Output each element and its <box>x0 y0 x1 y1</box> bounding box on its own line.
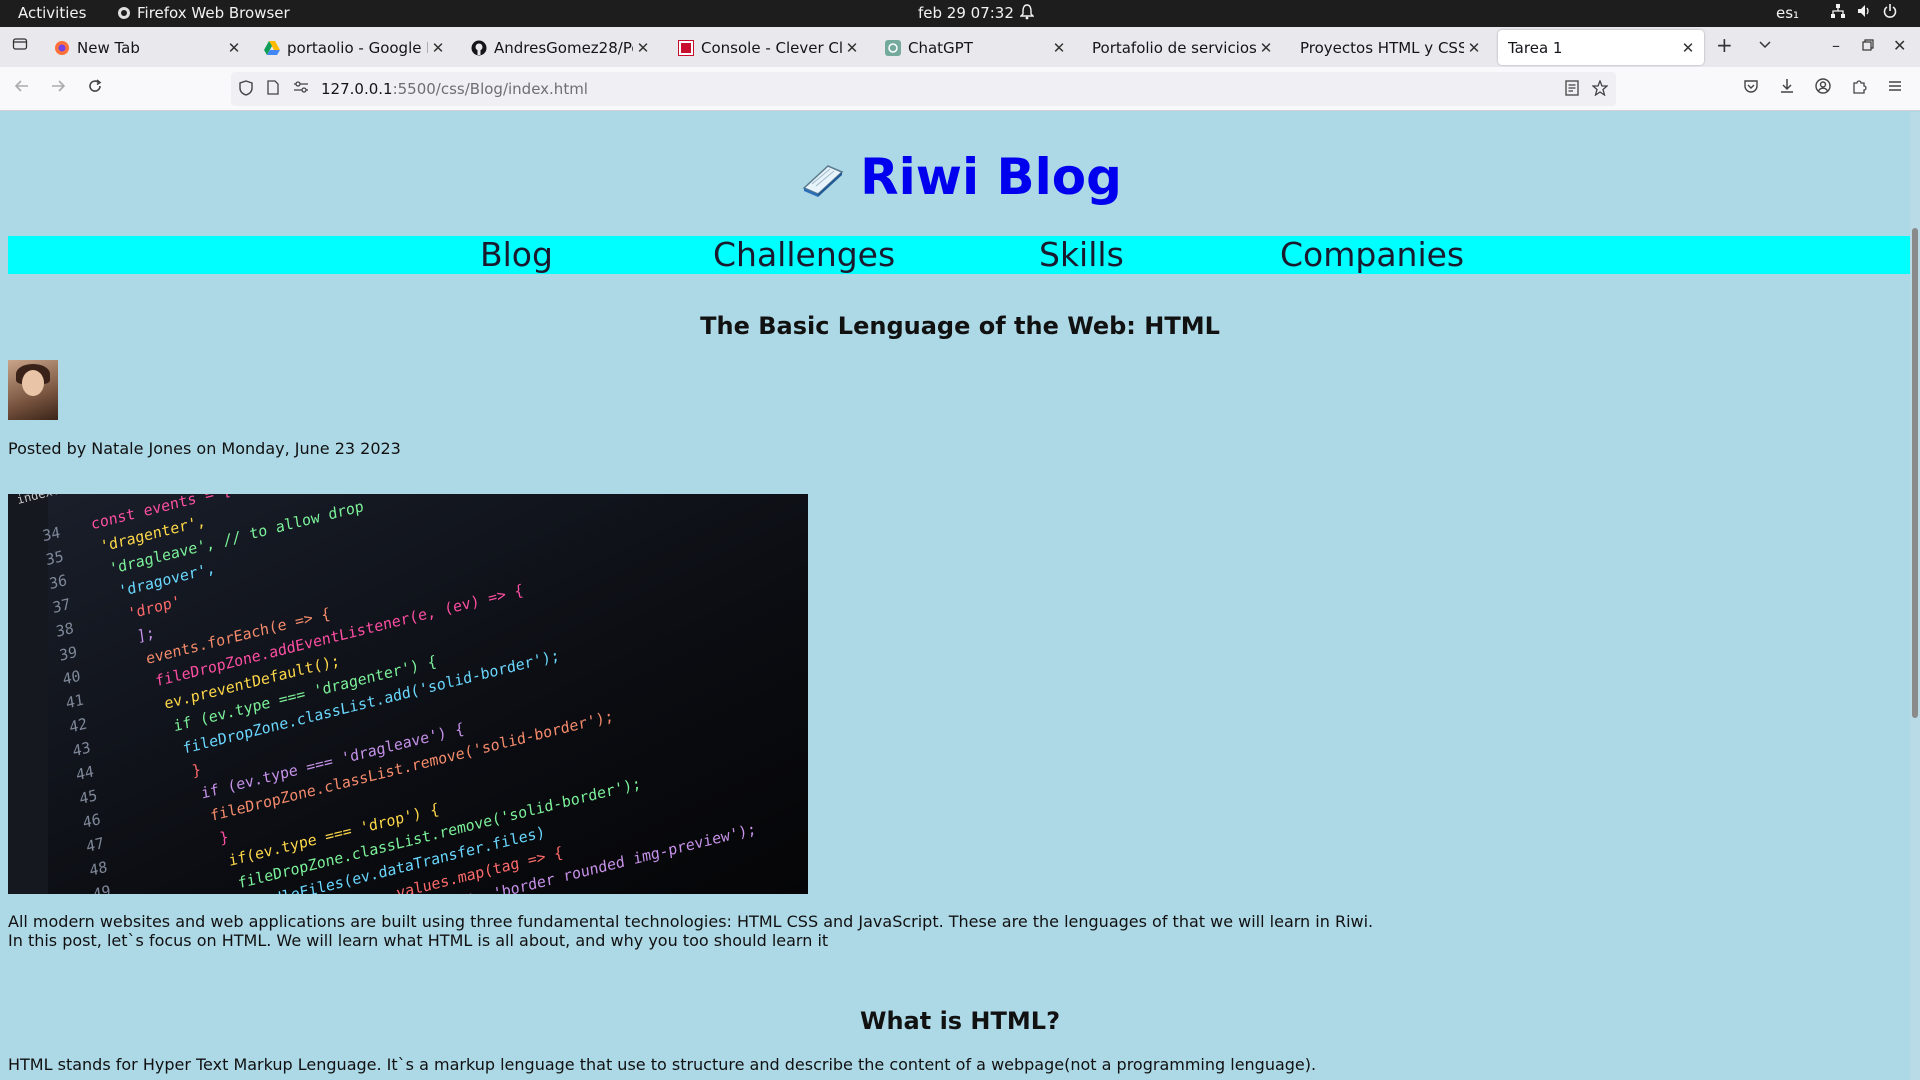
notification-bell-icon[interactable] <box>1019 4 1035 24</box>
site-title: Riwi Blog <box>0 148 1920 210</box>
tab-tarea-1[interactable]: Tarea 1 ✕ <box>1498 30 1704 65</box>
keyboard-layout-indicator[interactable]: es₁ <box>1776 4 1799 22</box>
url-bar[interactable]: 127.0.0.1:5500/css/Blog/index.html <box>231 72 1616 106</box>
restore-window-icon[interactable] <box>1862 36 1874 55</box>
tab-github[interactable]: AndresGomez28/Portafolio ✕ <box>461 30 659 65</box>
menu-item-challenges[interactable]: Challenges <box>713 236 895 274</box>
hamburger-menu-icon[interactable] <box>1887 78 1903 99</box>
intro-paragraph-2: In this post, let`s focus on HTML. We wi… <box>8 931 829 950</box>
close-tab-icon[interactable]: ✕ <box>842 39 862 57</box>
clock[interactable]: feb 29 07:32 <box>918 4 1014 22</box>
close-tab-icon[interactable]: ✕ <box>1049 39 1069 57</box>
page-scrollbar[interactable] <box>1910 112 1920 1080</box>
tab-portafolio-servicios[interactable]: Portafolio de servicios ✕ <box>1082 30 1282 65</box>
section-paragraph: HTML stands for Hyper Text Markup Lengua… <box>8 1055 1317 1074</box>
tab-title: Portafolio de servicios <box>1092 38 1256 57</box>
tab-strip: New Tab ✕ portaolio - Google Drive ✕ And… <box>0 27 1920 67</box>
new-tab-icon[interactable]: + <box>1716 33 1733 57</box>
list-all-tabs-icon[interactable] <box>1758 36 1772 55</box>
navigation-toolbar: 127.0.0.1:5500/css/Blog/index.html <box>0 67 1920 111</box>
post-title: The Basic Lenguage of the Web: HTML <box>700 312 1220 340</box>
book-icon <box>798 152 846 210</box>
main-menu: Blog Challenges Skills Companies <box>8 236 1912 274</box>
minimize-window-icon[interactable]: – <box>1832 36 1840 55</box>
forward-icon[interactable] <box>50 78 66 99</box>
volume-icon <box>1858 5 1869 17</box>
section-title: What is HTML? <box>859 1007 1060 1035</box>
tab-google-drive[interactable]: portaolio - Google Drive ✕ <box>254 30 454 65</box>
reload-icon[interactable] <box>87 78 103 99</box>
close-tab-icon[interactable]: ✕ <box>1678 39 1698 57</box>
firefox-icon <box>118 7 130 19</box>
pocket-icon[interactable] <box>1743 78 1759 99</box>
intro-paragraph-1: All modern websites and web applications… <box>8 912 1374 931</box>
firefox-view-icon[interactable] <box>12 36 28 56</box>
system-top-bar: Activities Firefox Web Browser feb 29 07… <box>0 0 1920 27</box>
reader-view-icon[interactable] <box>1565 80 1579 100</box>
bookmark-star-icon[interactable] <box>1591 79 1609 100</box>
url-path: :5500/css/Blog/index.html <box>392 80 588 98</box>
google-drive-icon <box>264 40 280 56</box>
activities-button[interactable]: Activities <box>18 4 86 22</box>
tab-new-tab[interactable]: New Tab ✕ <box>44 30 250 65</box>
downloads-icon[interactable] <box>1779 78 1795 99</box>
tab-title: New Tab <box>77 38 140 57</box>
scrollbar-thumb[interactable] <box>1912 228 1918 718</box>
power-icon <box>1883 4 1897 18</box>
chatgpt-icon <box>885 39 901 56</box>
app-name: Firefox Web Browser <box>137 4 290 22</box>
close-tab-icon[interactable]: ✕ <box>1256 39 1276 57</box>
github-icon <box>471 40 487 56</box>
close-tab-icon[interactable]: ✕ <box>1464 39 1484 57</box>
site-title-text: Riwi Blog <box>860 148 1122 206</box>
close-window-icon[interactable]: ✕ <box>1893 36 1906 55</box>
page-icon[interactable] <box>267 80 279 99</box>
code-screenshot-image: 34 const events = [35 'dragenter', 36 'dra… <box>8 494 808 894</box>
back-icon[interactable] <box>14 78 30 99</box>
tab-title: portaolio - Google Drive <box>287 38 428 57</box>
tab-title: AndresGomez28/Portafolio <box>494 38 633 57</box>
url-host: 127.0.0.1 <box>321 80 393 98</box>
tab-chatgpt[interactable]: ChatGPT ✕ <box>875 30 1075 65</box>
tab-title: ChatGPT <box>908 38 973 57</box>
clever-cloud-icon <box>678 39 694 56</box>
close-tab-icon[interactable]: ✕ <box>428 39 448 57</box>
menu-item-companies[interactable]: Companies <box>1280 236 1464 274</box>
page-content: Riwi Blog Blog Challenges Skills Compani… <box>0 112 1920 1080</box>
tab-title: Tarea 1 <box>1508 38 1563 57</box>
network-icon <box>1831 4 1845 18</box>
firefox-icon <box>54 40 70 56</box>
menu-item-skills[interactable]: Skills <box>1039 236 1124 274</box>
extensions-icon[interactable] <box>1851 78 1867 99</box>
menu-item-blog[interactable]: Blog <box>480 236 553 274</box>
app-menu[interactable]: Firefox Web Browser <box>117 4 290 22</box>
tracking-protection-shield-icon[interactable] <box>239 80 253 100</box>
close-tab-icon[interactable]: ✕ <box>224 39 244 57</box>
close-tab-icon[interactable]: ✕ <box>633 39 653 57</box>
account-icon[interactable] <box>1815 78 1831 99</box>
tab-clever-cloud[interactable]: Console - Clever Cloud ✕ <box>668 30 868 65</box>
author-avatar <box>8 360 58 420</box>
system-tray[interactable] <box>1830 3 1898 19</box>
permissions-icon[interactable] <box>293 80 309 98</box>
tab-title: Proyectos HTML y CSS <box>1300 38 1464 57</box>
url-text[interactable]: 127.0.0.1:5500/css/Blog/index.html <box>321 80 588 98</box>
post-meta: Posted by Natale Jones on Monday, June 2… <box>8 439 401 458</box>
tab-title: Console - Clever Cloud <box>701 38 842 57</box>
tab-proyectos-html[interactable]: Proyectos HTML y CSS ✕ <box>1290 30 1490 65</box>
